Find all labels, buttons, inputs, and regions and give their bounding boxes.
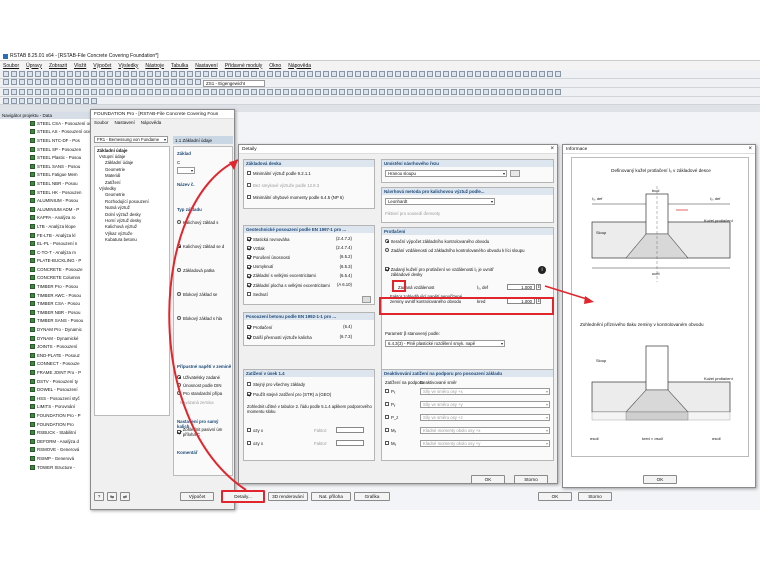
annotation-arrows [168,159,594,491]
